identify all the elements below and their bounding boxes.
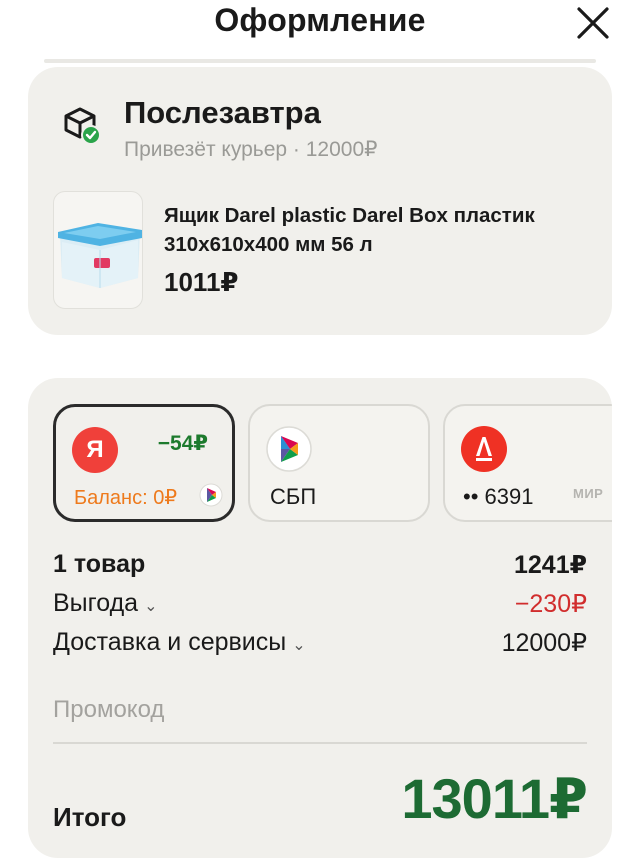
sheet-top-divider [44, 59, 596, 63]
chevron-down-icon[interactable]: ⌄ [144, 598, 157, 615]
payment-summary-card: Я −54₽ Баланс: 0₽ СБП •• 6391 МИР 1 това… [28, 378, 612, 858]
items-total-value: 1241₽ [513, 551, 587, 579]
page-title: Оформление [214, 2, 426, 38]
delivery-method-subtitle: Привезёт курьер · 12000₽ [124, 138, 378, 161]
payment-method-yandex-pay[interactable]: Я −54₽ Баланс: 0₽ [53, 404, 235, 522]
chevron-down-icon[interactable]: ⌄ [292, 637, 305, 654]
summary-benefit-row[interactable]: Выгода ⌄ −230₽ [53, 589, 587, 623]
sbp-label: СБП [270, 484, 317, 509]
summary-items-row: 1 товар 1241₽ [53, 550, 587, 584]
card-number-masked: •• 6391 [463, 484, 534, 509]
promo-code-input[interactable]: Промокод [53, 696, 587, 744]
summary-delivery-row[interactable]: Доставка и сервисы ⌄ 12000₽ [53, 628, 587, 662]
product-name[interactable]: Ящик Darel plastic Darel Box пластик 310… [164, 201, 604, 259]
delivery-services-value: 12000₽ [501, 629, 587, 657]
close-icon [577, 7, 609, 39]
benefit-value: −230₽ [514, 590, 587, 618]
total-value: 13011₽ [401, 767, 588, 830]
header: Оформление [0, 0, 640, 50]
yandex-balance-label: Баланс: 0₽ [74, 487, 178, 509]
product-price: 1011₽ [164, 267, 239, 297]
product-image[interactable] [53, 191, 143, 309]
delivery-date-title: Послезавтра [124, 95, 321, 130]
yandex-pay-discount: −54₽ [157, 432, 208, 455]
alfa-bank-icon [461, 426, 507, 472]
total-label: Итого [53, 802, 127, 832]
benefit-label: Выгода [53, 589, 139, 617]
yandex-pay-icon: Я [72, 427, 118, 473]
items-count-label: 1 товар [53, 550, 146, 578]
sbp-mini-icon [199, 483, 223, 507]
delivery-services-label: Доставка и сервисы [53, 628, 287, 656]
payment-method-sbp[interactable]: СБП [248, 404, 430, 522]
package-check-icon [62, 105, 102, 145]
payment-method-card-6391[interactable]: •• 6391 МИР [443, 404, 612, 522]
close-button[interactable] [574, 4, 612, 42]
mir-logo: МИР [573, 486, 604, 501]
delivery-card: Послезавтра Привезёт курьер · 12000₽ Ящи… [28, 67, 612, 335]
sbp-icon [266, 426, 312, 472]
